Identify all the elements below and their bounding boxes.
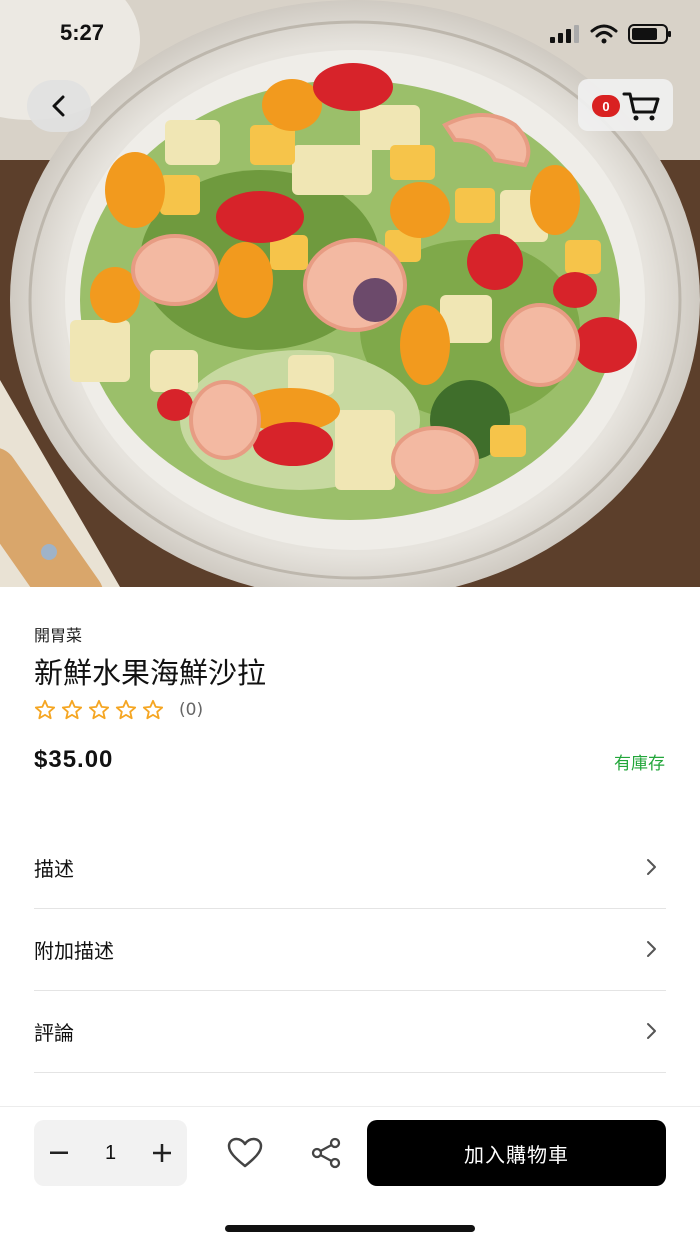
share-icon[interactable] [310, 1137, 342, 1169]
increment-button[interactable] [137, 1120, 187, 1186]
product-title: 新鮮水果海鮮沙拉 [34, 656, 267, 690]
wifi-icon [590, 24, 618, 44]
home-indicator[interactable] [225, 1225, 475, 1232]
section-label: 描述 [34, 856, 74, 881]
status-bar: 5:27 [0, 0, 700, 68]
rating-count: (0) [179, 700, 204, 720]
chevron-right-icon [647, 941, 656, 957]
chevron-right-icon [647, 859, 656, 875]
star-icon [61, 699, 83, 720]
star-icon [115, 699, 137, 720]
stock-status: 有庫存 [614, 754, 665, 774]
section-label: 附加描述 [34, 938, 114, 963]
battery-icon [628, 24, 671, 44]
signal-icon [550, 25, 579, 43]
section-label: 評論 [34, 1020, 74, 1045]
quantity-stepper: 1 [34, 1120, 187, 1186]
heart-icon[interactable] [227, 1137, 263, 1169]
back-arrow-icon [52, 95, 65, 117]
cart-count-badge: 0 [592, 95, 620, 117]
section-reviews[interactable]: 評論 [34, 990, 666, 1073]
star-icon [142, 699, 164, 720]
section-additional-description[interactable]: 附加描述 [34, 908, 666, 991]
status-time: 5:27 [60, 20, 105, 45]
quantity-value[interactable]: 1 [105, 1142, 116, 1165]
decrement-button[interactable] [34, 1120, 84, 1186]
rating[interactable]: (0) [34, 699, 203, 721]
cart-icon [622, 92, 660, 121]
product-category: 開胃菜 [34, 626, 83, 645]
back-button[interactable] [27, 80, 91, 132]
product-price: $35.00 [34, 746, 114, 773]
chevron-right-icon [647, 1023, 656, 1039]
cart-button[interactable]: 0 [578, 79, 673, 131]
star-icon [88, 699, 110, 720]
star-icon [34, 699, 56, 720]
minus-icon [50, 1151, 68, 1154]
plus-icon [153, 1144, 171, 1162]
add-to-cart-button[interactable]: 加入購物車 [367, 1120, 666, 1186]
carousel-indicator[interactable] [41, 544, 57, 560]
status-icons [550, 24, 672, 44]
section-description[interactable]: 描述 [34, 826, 666, 909]
